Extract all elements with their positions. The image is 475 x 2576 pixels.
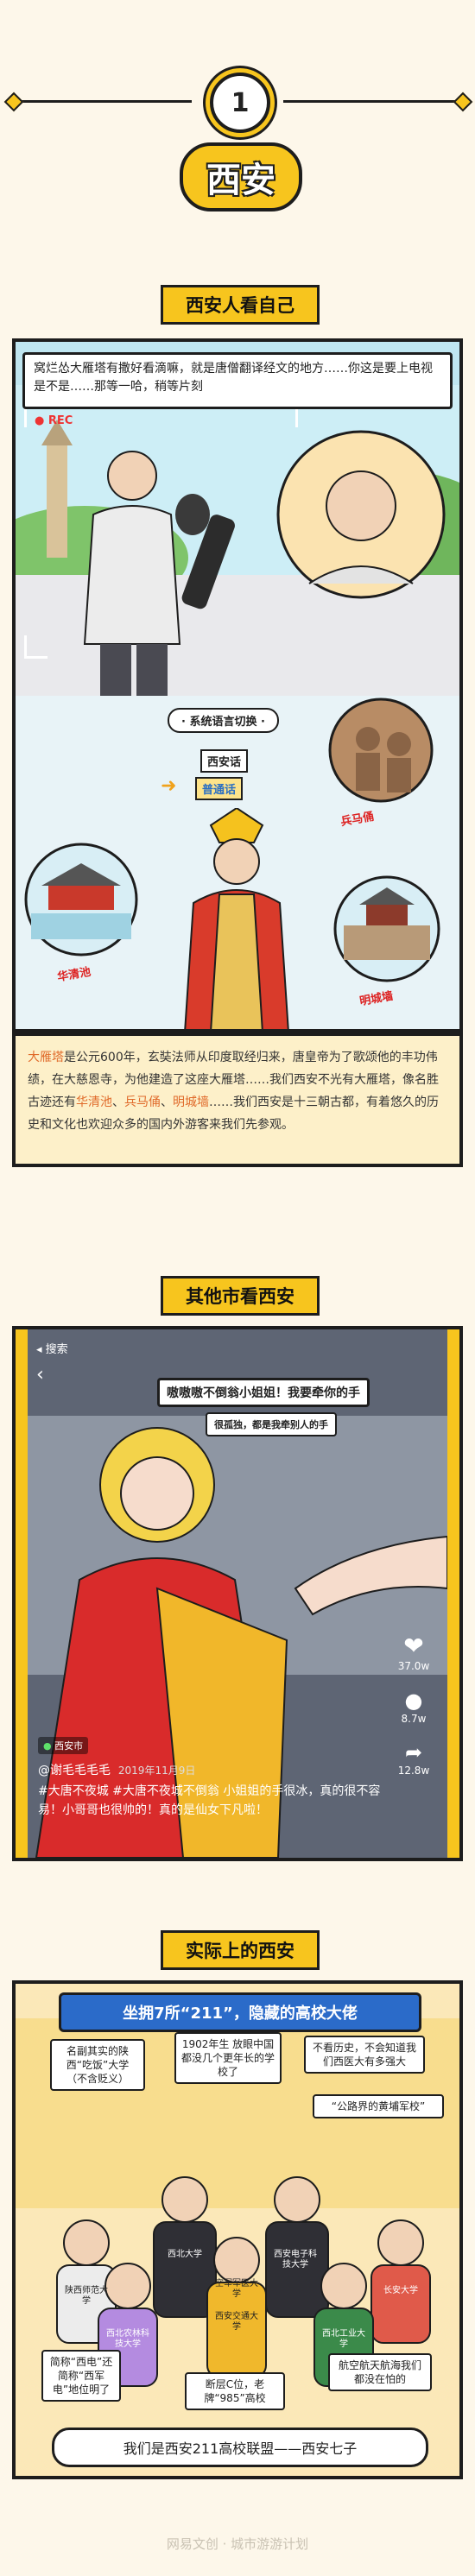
label-shaanxi-normal: 名副其实的陕西“吃饭”大学（不含贬义） bbox=[50, 2039, 145, 2091]
search-label: 搜索 bbox=[45, 1343, 68, 1356]
back-chevron-icon[interactable]: ‹ bbox=[36, 1364, 44, 1386]
label-xidian: 简称“西电”还简称“西军电”地位明了 bbox=[41, 2350, 121, 2402]
comment-bubble-2: 很孤独，都是我牵别人的手 bbox=[206, 1412, 337, 1436]
highlight-text: 华清池 bbox=[76, 1095, 112, 1109]
header-line-left bbox=[19, 100, 192, 103]
shirt-text: 西安电子科技大学 bbox=[274, 2250, 317, 2270]
monk-illustration bbox=[184, 808, 289, 1029]
header-line-right bbox=[283, 100, 456, 103]
share-button[interactable]: ➦ 12.8w bbox=[392, 1740, 435, 1777]
shirt-text: 西北大学 bbox=[168, 2250, 202, 2259]
search-link[interactable]: ◂ 搜索 bbox=[36, 1340, 68, 1356]
section-number: 1 bbox=[210, 73, 270, 133]
info-box-dayanta: 大雁塔是公元600年，玄奘法师从印度取经归来，唐皇帝为了歌颂他的丰功伟绩，在大慈… bbox=[12, 1032, 463, 1167]
video-caption: #大唐不夜城 #大唐不夜城不倒翁 小姐姐的手很冰，真的很不容易！小哥哥也很帅的！… bbox=[38, 1784, 381, 1817]
diamond-icon bbox=[3, 92, 24, 112]
heart-icon: ❤ bbox=[403, 1632, 424, 1660]
footer-watermark: 网易文创 · 城市游游计划 bbox=[166, 2536, 309, 2552]
panel-xian-self: ● REC 窝烂怂大雁塔有撒好看滴嘛，就是唐僧翻译经文的地方……你这是要上电视是… bbox=[12, 338, 463, 1032]
city-title: 西安 bbox=[180, 142, 302, 212]
language-switch-area: · 系统语言切换 · 西安话 ➜ 普通话 华清池 兵马俑 明城墙 bbox=[16, 696, 459, 1029]
arrow-right-icon: ➜ bbox=[161, 775, 177, 797]
huaqingchi-image bbox=[24, 843, 138, 957]
panel-actual-xian: 坐拥7所“211”，隐藏的高校大佬 名副其实的陕西“吃饭”大学（不含贬义） 19… bbox=[12, 1980, 463, 2479]
shirt-text: 西北农林科技大学 bbox=[106, 2329, 149, 2349]
shirt-text: 陕西师范大学 bbox=[65, 2286, 108, 2306]
label-changan-univ: “公路界的黄埔军校” bbox=[313, 2094, 444, 2118]
callout-mingchengqiang: 明城墙 bbox=[358, 989, 395, 1009]
phone-screen: ◂ 搜索 ‹ 嗷嗷嗷不倒翁小姐姐！我要牵你的手 很孤独，都是我牵别人的手 ❤ 3… bbox=[28, 1329, 447, 1858]
shirt-text: 空军军医大学 bbox=[215, 2279, 258, 2299]
back-arrow-icon: ◂ bbox=[36, 1343, 46, 1356]
diamond-icon bbox=[453, 92, 473, 112]
rec-indicator: ● REC bbox=[35, 414, 73, 427]
bingmayong-image bbox=[328, 698, 434, 803]
label-medical-univ: 不看历史，不会知道我们西医大有多强大 bbox=[304, 2036, 425, 2074]
comment-icon: ● bbox=[404, 1689, 423, 1713]
highlight-text: 明城墙 bbox=[173, 1095, 209, 1109]
like-count: 37.0w bbox=[397, 1660, 430, 1672]
callout-huaqingchi: 华清池 bbox=[56, 965, 92, 985]
shirt-text: 西安交通大学 bbox=[215, 2312, 258, 2332]
share-count: 12.8w bbox=[397, 1765, 430, 1777]
system-language-label: · 系统语言切换 · bbox=[168, 708, 279, 733]
section3-banner: 坐拥7所“211”，隐藏的高校大佬 bbox=[59, 1992, 421, 2032]
section-title-2: 其他市看西安 bbox=[161, 1276, 320, 1316]
location-pin-icon: ● bbox=[43, 1740, 55, 1752]
callout-bingmayong: 兵马俑 bbox=[339, 810, 376, 830]
shirt-text: 长安大学 bbox=[383, 2286, 418, 2295]
label-xjtu: 断层C位，老牌“985”高校 bbox=[185, 2372, 285, 2410]
comment-bubble-1: 嗷嗷嗷不倒翁小姐姐！我要牵你的手 bbox=[157, 1378, 370, 1407]
comment-count: 8.7w bbox=[401, 1713, 427, 1725]
highlight-text: 兵马俑 bbox=[124, 1095, 161, 1109]
camera-frame-corner bbox=[24, 635, 48, 659]
lang-option-xian[interactable]: 西安话 bbox=[200, 749, 249, 773]
highlight-text: 大雁塔 bbox=[28, 1051, 64, 1064]
body-text: 、 bbox=[161, 1095, 173, 1109]
label-northwest-univ: 1902年生 放眼中国都没几个更年长的学校了 bbox=[174, 2032, 282, 2084]
mingchengqiang-image bbox=[333, 875, 440, 982]
section-title-3: 实际上的西安 bbox=[161, 1930, 320, 1970]
video-meta: @谢毛毛毛毛 2019年11月9日 bbox=[38, 1761, 195, 1778]
video-user[interactable]: @谢毛毛毛毛 bbox=[38, 1764, 111, 1777]
speech-bubble: 窝烂怂大雁塔有撒好看滴嘛，就是唐僧翻译经文的地方……你这是要上电视是不是……那等… bbox=[22, 352, 453, 409]
like-button[interactable]: ❤ 37.0w bbox=[392, 1632, 435, 1672]
video-illustration bbox=[28, 1329, 447, 1858]
panel-other-cities: ◂ 搜索 ‹ 嗷嗷嗷不倒翁小姐姐！我要牵你的手 很孤独，都是我牵别人的手 ❤ 3… bbox=[12, 1326, 463, 1861]
scene-illustration bbox=[16, 385, 459, 696]
lang-option-mandarin[interactable]: 普通话 bbox=[195, 777, 244, 800]
location-label: 西安市 bbox=[54, 1740, 84, 1752]
video-date: 2019年11月9日 bbox=[117, 1765, 196, 1777]
share-icon: ➦ bbox=[404, 1740, 423, 1765]
alliance-caption: 我们是西安211高校联盟——西安七子 bbox=[52, 2428, 428, 2467]
shirt-text: 西北工业大学 bbox=[322, 2329, 365, 2349]
section-title-1: 西安人看自己 bbox=[161, 285, 320, 325]
body-text: 、 bbox=[112, 1095, 124, 1109]
label-nwpu: 航空航天航海我们都没在怕的 bbox=[328, 2353, 432, 2391]
comment-button[interactable]: ● 8.7w bbox=[392, 1689, 435, 1725]
rec-label: REC bbox=[48, 414, 73, 427]
location-tag[interactable]: ● 西安市 bbox=[38, 1737, 89, 1754]
